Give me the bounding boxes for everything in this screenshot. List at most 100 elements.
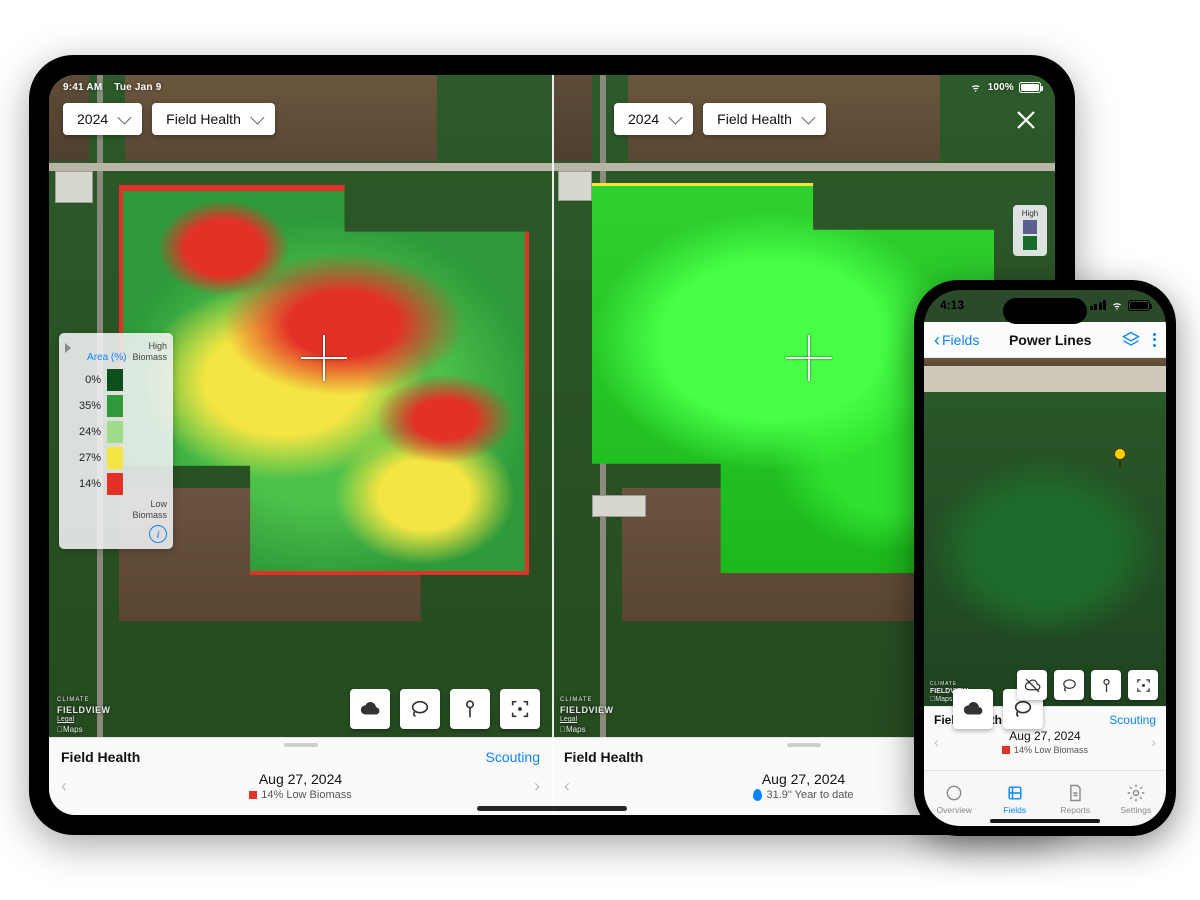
next-date-button[interactable]: › — [1151, 734, 1156, 750]
battery-pct: 100% — [988, 82, 1014, 93]
split-divider[interactable] — [552, 75, 554, 815]
prev-date-button[interactable]: ‹ — [564, 776, 570, 797]
home-indicator[interactable] — [990, 819, 1100, 823]
sheet-title: Field Health — [61, 749, 140, 765]
building-cluster — [558, 171, 592, 201]
brand-name: FIELDVIEW — [560, 705, 614, 715]
sheet-subtitle: 14% Low Biomass — [1002, 745, 1088, 755]
sheet-subtitle: 31.9" Year to date — [753, 789, 853, 801]
chevron-down-icon — [801, 111, 815, 125]
lasso-button[interactable] — [400, 689, 440, 729]
sheet-title: Field Health — [564, 749, 643, 765]
wifi-icon — [1110, 300, 1124, 310]
legend-swatch — [107, 447, 123, 469]
tab-label: Fields — [1003, 805, 1026, 815]
sheet-header-row: Field Health Scouting — [49, 747, 552, 765]
map-tools — [350, 689, 540, 729]
legend-pct: 24% — [65, 426, 101, 438]
brand-top: CLIMATE — [930, 680, 968, 688]
building-cluster — [592, 495, 646, 517]
legend-row: 14% — [65, 471, 167, 497]
status-time: 4:13 — [940, 298, 964, 312]
scouting-link[interactable]: Scouting — [1109, 713, 1156, 727]
status-time: 9:41 AM — [63, 82, 102, 93]
tab-label: Overview — [937, 805, 972, 815]
tab-label: Settings — [1120, 805, 1151, 815]
cloud-button[interactable] — [350, 689, 390, 729]
low-biomass-swatch-icon — [1002, 746, 1010, 754]
iphone-map[interactable] — [924, 358, 1166, 706]
pin-button[interactable] — [450, 689, 490, 729]
pin-button[interactable] — [1091, 670, 1121, 700]
legend-row: 0% — [65, 367, 167, 393]
map-tools — [1017, 670, 1158, 700]
raindrop-icon — [753, 789, 762, 801]
layer-dropdown-label: Field Health — [717, 111, 792, 127]
chevron-down-icon — [668, 111, 682, 125]
low-biomass-swatch-icon — [249, 791, 257, 799]
year-dropdown[interactable]: 2024 — [614, 103, 693, 135]
prev-date-button[interactable]: ‹ — [934, 734, 939, 750]
more-menu-button[interactable] — [1153, 333, 1156, 347]
map-attribution: CLIMATE FIELDVIEW Legal Maps — [560, 695, 614, 735]
back-button[interactable]: ‹ Fields — [934, 332, 979, 348]
year-dropdown[interactable]: 2024 — [63, 103, 142, 135]
map-filter-bar: 2024 Field Health — [63, 103, 275, 135]
iphone-device-frame: 4:13 ‹ Fields Power Lines — [914, 280, 1176, 836]
year-dropdown-label: 2024 — [77, 111, 108, 127]
legend-high-line2: Biomass — [132, 352, 167, 363]
home-indicator[interactable] — [477, 806, 627, 811]
cloud-button[interactable] — [953, 689, 993, 729]
dynamic-island — [1003, 298, 1087, 324]
prev-date-button[interactable]: ‹ — [61, 776, 67, 797]
sheet-date-row: ‹ Aug 27, 2024 14% Low Biomass › — [924, 727, 1166, 755]
legend-high-line1: High — [132, 341, 167, 352]
building-cluster — [55, 171, 93, 203]
layer-dropdown[interactable]: Field Health — [152, 103, 275, 135]
tab-bar: Overview Fields Reports Settings — [924, 770, 1166, 826]
layer-dropdown-label: Field Health — [166, 111, 241, 127]
focus-button[interactable] — [1128, 670, 1158, 700]
layers-icon[interactable] — [1121, 330, 1141, 350]
info-icon[interactable]: i — [149, 525, 167, 543]
chevron-down-icon — [117, 111, 131, 125]
year-dropdown-label: 2024 — [628, 111, 659, 127]
legend-area-label: Area (%) — [87, 352, 126, 363]
mini-legend: High — [1013, 205, 1047, 256]
maps-provider: Maps — [57, 725, 111, 735]
map-attribution: CLIMATE FIELDVIEW Legal Maps — [57, 695, 111, 735]
lasso-button[interactable] — [1054, 670, 1084, 700]
legend-pct: 35% — [65, 400, 101, 412]
back-label: Fields — [942, 332, 979, 348]
mini-legend-swatch — [1023, 236, 1037, 250]
wifi-icon — [969, 82, 983, 92]
brand-legal: Legal — [560, 715, 614, 725]
battery-icon — [1128, 300, 1150, 311]
sheet-date-row: ‹ Aug 27, 2024 14% Low Biomass › — [49, 765, 552, 801]
nav-title: Power Lines — [1009, 332, 1091, 348]
layer-dropdown[interactable]: Field Health — [703, 103, 826, 135]
next-date-button[interactable]: › — [534, 776, 540, 797]
tab-label: Reports — [1060, 805, 1090, 815]
map-pin-icon[interactable] — [1114, 448, 1126, 466]
brand-name: FIELDVIEW — [57, 705, 111, 715]
legend-low-line2: Biomass — [65, 510, 167, 521]
legend-row: 35% — [65, 393, 167, 419]
legend-row: 27% — [65, 445, 167, 471]
legend-swatch — [107, 421, 123, 443]
scouting-link[interactable]: Scouting — [486, 749, 540, 765]
tab-overview[interactable]: Overview — [924, 771, 985, 826]
tab-reports[interactable]: Reports — [1045, 771, 1106, 826]
map-pane-left[interactable]: 2024 Field Health Area (%) — [49, 75, 552, 815]
tab-settings[interactable]: Settings — [1106, 771, 1167, 826]
bottom-sheet[interactable]: Field Health Scouting ‹ Aug 27, 2024 14%… — [49, 737, 552, 815]
close-split-button[interactable] — [1009, 103, 1041, 135]
cellular-signal-icon — [1090, 300, 1107, 310]
ipad-status-left: 9:41 AM Tue Jan 9 — [63, 82, 161, 93]
battery-icon — [1019, 82, 1041, 93]
tab-fields[interactable]: Fields — [985, 771, 1046, 826]
legend-expand-caret-icon[interactable] — [65, 343, 71, 353]
sheet-date: Aug 27, 2024 — [753, 771, 853, 787]
cloud-off-button[interactable] — [1017, 670, 1047, 700]
focus-button[interactable] — [500, 689, 540, 729]
